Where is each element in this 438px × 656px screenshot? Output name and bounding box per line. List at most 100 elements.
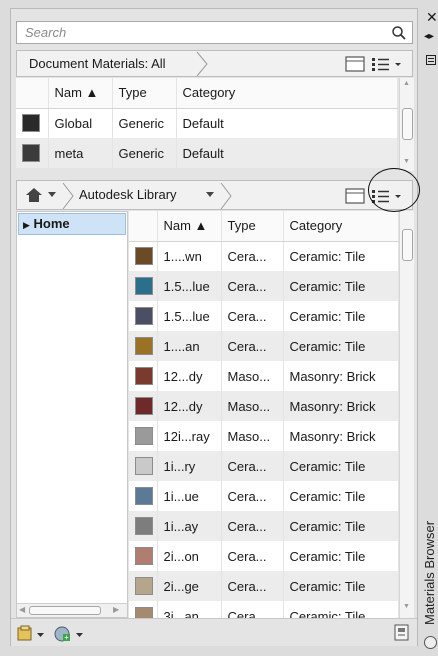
material-category: Ceramic: Tile xyxy=(283,241,399,271)
column-header-category[interactable]: Category xyxy=(176,78,398,109)
material-category: Ceramic: Tile xyxy=(283,571,399,601)
search-input[interactable]: Search xyxy=(16,21,413,44)
material-category: Ceramic: Tile xyxy=(283,541,399,571)
annotation-circle xyxy=(368,168,420,212)
material-swatch xyxy=(129,481,158,511)
library-manage-icon[interactable] xyxy=(17,625,53,643)
scroll-down-icon[interactable]: ▼ xyxy=(403,158,410,165)
swatch-color xyxy=(135,247,153,266)
material-type: Maso... xyxy=(221,421,284,451)
material-name: 2i...on xyxy=(157,541,222,571)
swatch-color xyxy=(135,517,153,535)
material-type: Cera... xyxy=(221,301,284,331)
column-header-category[interactable]: Category xyxy=(283,211,399,242)
column-header-type[interactable]: Type xyxy=(221,211,284,242)
material-name: 1....an xyxy=(157,331,222,361)
table-header: Nam ▲ Type Category xyxy=(129,211,399,242)
table-row[interactable]: 12i...ray Maso... Masonry: Brick xyxy=(129,421,399,451)
material-category: Ceramic: Tile xyxy=(283,481,399,511)
material-swatch xyxy=(16,108,49,138)
swatch-color xyxy=(135,277,153,295)
scroll-right-icon[interactable]: ▶ xyxy=(113,605,119,614)
document-materials-breadcrumb[interactable]: Document Materials: All xyxy=(16,50,413,77)
table-row[interactable]: 12...dy Maso... Masonry: Brick xyxy=(129,361,399,391)
material-category: Masonry: Brick xyxy=(283,421,399,451)
table-row[interactable]: 1i...ue Cera... Ceramic: Tile xyxy=(129,481,399,511)
material-type: Generic xyxy=(112,108,177,138)
tree-item-home[interactable]: ▶ Home xyxy=(18,213,126,235)
material-type: Generic xyxy=(112,138,177,168)
scroll-thumb[interactable] xyxy=(402,229,413,261)
chevron-down-icon[interactable] xyxy=(47,191,57,199)
table-row[interactable]: 1.5...lue Cera... Ceramic: Tile xyxy=(129,301,399,331)
swatch-color xyxy=(22,114,40,133)
document-materials-filter[interactable]: Document Materials: All xyxy=(29,56,166,71)
svg-text:+: + xyxy=(64,633,69,642)
breadcrumb-arrow-icon xyxy=(220,182,232,210)
tree-hscroll[interactable]: ◀ ▶ xyxy=(17,603,127,617)
material-name: meta xyxy=(48,138,113,168)
material-swatch xyxy=(129,511,158,541)
table-row[interactable]: Global Generic Default xyxy=(16,108,398,138)
material-type: Cera... xyxy=(221,271,284,301)
material-name: 1i...ry xyxy=(157,451,222,481)
scroll-left-icon[interactable]: ◀ xyxy=(19,605,25,614)
expand-arrow-icon[interactable]: ▶ xyxy=(23,220,30,230)
properties-icon[interactable] xyxy=(426,55,436,65)
material-swatch xyxy=(129,271,158,301)
material-swatch xyxy=(129,451,158,481)
scroll-thumb[interactable] xyxy=(402,108,413,140)
material-category: Ceramic: Tile xyxy=(283,301,399,331)
table-row[interactable]: 2i...on Cera... Ceramic: Tile xyxy=(129,541,399,571)
material-type: Cera... xyxy=(221,241,284,271)
home-icon[interactable] xyxy=(25,187,43,203)
scroll-down-icon[interactable]: ▼ xyxy=(403,603,410,610)
swatch-color xyxy=(135,427,153,445)
close-icon[interactable]: ✕ xyxy=(426,10,438,24)
document-materials-table: Nam ▲ Type Category Global Generic Defau… xyxy=(16,78,398,168)
document-scrollbar[interactable]: ▲ ▼ xyxy=(399,78,414,171)
table-row[interactable]: 1.5...lue Cera... Ceramic: Tile xyxy=(129,271,399,301)
library-name[interactable]: Autodesk Library xyxy=(79,187,177,202)
search-placeholder: Search xyxy=(25,25,67,40)
scroll-thumb[interactable] xyxy=(29,606,101,615)
material-name: 12...dy xyxy=(157,361,222,391)
panel-toggle-icon[interactable] xyxy=(345,187,367,205)
material-name: 12i...ray xyxy=(157,421,222,451)
panel-toggle-icon[interactable] xyxy=(345,55,367,73)
material-type: Cera... xyxy=(221,451,284,481)
material-name: 1i...ue xyxy=(157,481,222,511)
column-header-name[interactable]: Nam ▲ xyxy=(157,211,222,242)
swatch-color xyxy=(135,577,153,595)
material-editor-icon[interactable] xyxy=(393,624,411,642)
table-row[interactable]: 12...dy Maso... Masonry: Brick xyxy=(129,391,399,421)
table-row[interactable]: 1....an Cera... Ceramic: Tile xyxy=(129,331,399,361)
list-view-icon[interactable] xyxy=(371,55,405,73)
column-header-name[interactable]: Nam ▲ xyxy=(48,78,113,109)
table-row[interactable]: 1i...ay Cera... Ceramic: Tile xyxy=(129,511,399,541)
library-scrollbar[interactable]: ▼ xyxy=(399,211,414,618)
swatch-color xyxy=(135,397,153,415)
material-swatch xyxy=(16,138,49,168)
chevron-down-icon[interactable] xyxy=(205,191,215,199)
material-swatch xyxy=(129,541,158,571)
table-row[interactable]: 1i...ry Cera... Ceramic: Tile xyxy=(129,451,399,481)
scroll-up-icon[interactable]: ▲ xyxy=(403,80,410,87)
material-swatch xyxy=(129,301,158,331)
table-row[interactable]: meta Generic Default xyxy=(16,138,398,168)
palette-gear-icon[interactable] xyxy=(424,636,437,649)
material-name: 1.5...lue xyxy=(157,301,222,331)
library-rows: 1....wn Cera... Ceramic: Tile 1.5...lue Cera… xyxy=(129,241,399,631)
create-material-icon[interactable]: + xyxy=(53,624,89,644)
swatch-color xyxy=(22,144,40,162)
swatch-column-header xyxy=(16,78,49,109)
material-name: 12...dy xyxy=(157,391,222,421)
table-row[interactable]: 1....wn Cera... Ceramic: Tile xyxy=(129,241,399,271)
auto-hide-icon[interactable]: ◂▸ xyxy=(424,32,434,42)
material-name: 1i...ay xyxy=(157,511,222,541)
search-icon[interactable] xyxy=(391,25,407,41)
swatch-color xyxy=(135,307,153,325)
table-row[interactable]: 2i...ge Cera... Ceramic: Tile xyxy=(129,571,399,601)
column-header-type[interactable]: Type xyxy=(112,78,177,109)
swatch-column-header xyxy=(129,211,158,242)
